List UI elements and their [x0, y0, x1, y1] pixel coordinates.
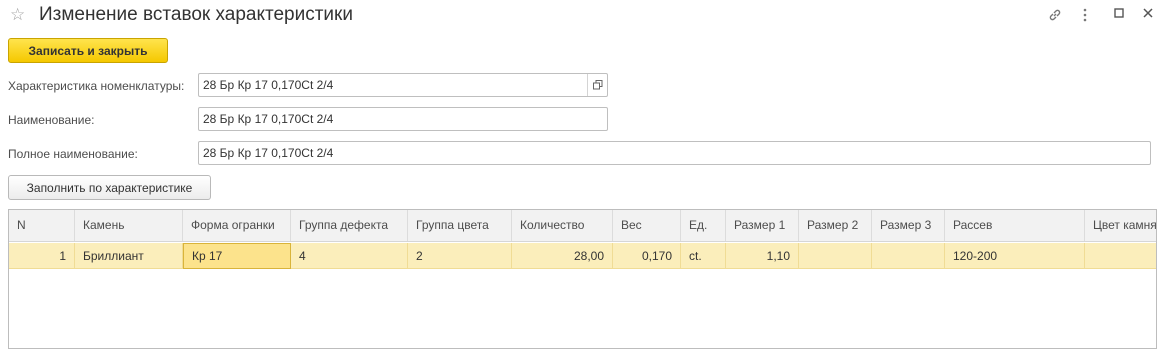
- col-header-cut-shape[interactable]: Форма огранки: [183, 210, 291, 241]
- close-icon[interactable]: [1139, 6, 1157, 24]
- save-and-close-button[interactable]: Записать и закрыть: [8, 38, 168, 63]
- col-header-color-group[interactable]: Группа цвета: [408, 210, 512, 241]
- fullname-label: Полное наименование:: [8, 147, 138, 161]
- col-header-size1[interactable]: Размер 1: [726, 210, 799, 241]
- name-field[interactable]: 28 Бр Кр 17 0,170Ct 2/4: [198, 107, 608, 131]
- inserts-table[interactable]: N Камень Форма огранки Группа дефекта Гр…: [8, 209, 1157, 349]
- col-header-stone[interactable]: Камень: [75, 210, 183, 241]
- col-header-weight[interactable]: Вес: [613, 210, 681, 241]
- col-header-stone-color[interactable]: Цвет камня: [1085, 210, 1156, 241]
- cell-stone-color[interactable]: [1085, 243, 1156, 269]
- cell-defect-group[interactable]: 4: [291, 243, 408, 269]
- cell-size3[interactable]: [872, 243, 945, 269]
- cell-cut-shape[interactable]: Кр 17: [183, 243, 291, 269]
- star-icon[interactable]: ☆: [10, 5, 25, 25]
- maximize-icon[interactable]: [1110, 6, 1128, 24]
- cell-n[interactable]: 1: [9, 243, 75, 269]
- window-title: Изменение вставок характеристики: [39, 4, 353, 25]
- title-bar: ☆ Изменение вставок характеристики: [0, 0, 1170, 34]
- col-header-unit[interactable]: Ед.: [681, 210, 726, 241]
- name-label: Наименование:: [8, 113, 95, 127]
- cell-quantity[interactable]: 28,00: [512, 243, 613, 269]
- cell-stone[interactable]: Бриллиант: [75, 243, 183, 269]
- characteristic-label: Характеристика номенклатуры:: [8, 79, 185, 93]
- cell-color-group[interactable]: 2: [408, 243, 512, 269]
- cell-weight[interactable]: 0,170: [613, 243, 681, 269]
- table-row[interactable]: 1 Бриллиант Кр 17 4 2 28,00 0,170 ct. 1,…: [9, 243, 1156, 269]
- fullname-value: 28 Бр Кр 17 0,170Ct 2/4: [203, 146, 334, 160]
- col-header-size2[interactable]: Размер 2: [799, 210, 872, 241]
- fill-by-characteristic-button[interactable]: Заполнить по характеристике: [8, 175, 211, 200]
- col-header-quantity[interactable]: Количество: [512, 210, 613, 241]
- characteristic-field[interactable]: 28 Бр Кр 17 0,170Ct 2/4: [198, 73, 608, 97]
- open-form-icon[interactable]: [587, 74, 607, 96]
- more-icon[interactable]: [1076, 6, 1094, 24]
- col-header-defect-group[interactable]: Группа дефекта: [291, 210, 408, 241]
- cell-size2[interactable]: [799, 243, 872, 269]
- col-header-size3[interactable]: Размер 3: [872, 210, 945, 241]
- cell-size1[interactable]: 1,10: [726, 243, 799, 269]
- fullname-field[interactable]: 28 Бр Кр 17 0,170Ct 2/4: [198, 141, 1151, 165]
- name-value: 28 Бр Кр 17 0,170Ct 2/4: [203, 112, 334, 126]
- cell-sieve[interactable]: 120-200: [945, 243, 1085, 269]
- characteristic-value: 28 Бр Кр 17 0,170Ct 2/4: [203, 78, 334, 92]
- cell-unit[interactable]: ct.: [681, 243, 726, 269]
- link-icon[interactable]: [1046, 6, 1064, 24]
- col-header-sieve[interactable]: Рассев: [945, 210, 1085, 241]
- col-header-n[interactable]: N: [9, 210, 75, 241]
- table-header: N Камень Форма огранки Группа дефекта Гр…: [9, 210, 1156, 242]
